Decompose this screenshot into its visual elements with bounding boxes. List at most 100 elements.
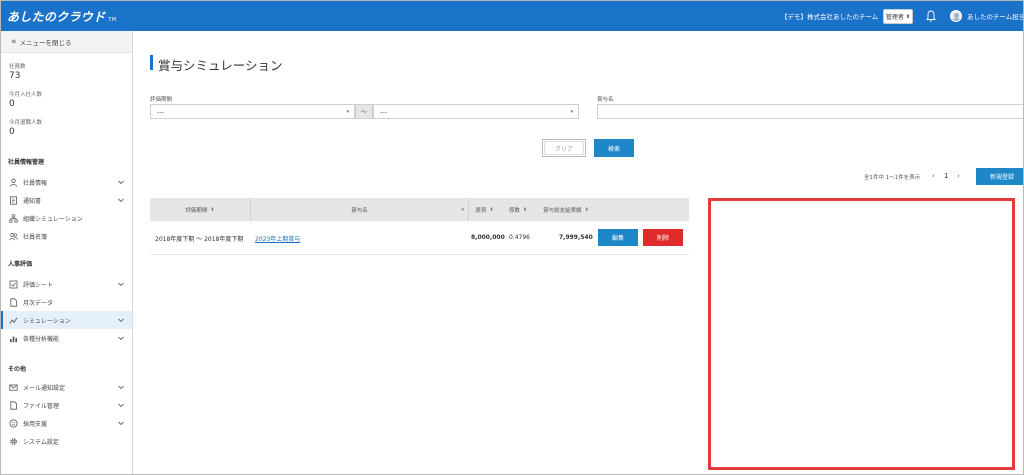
- new-register-button[interactable]: 新規登録: [976, 168, 1023, 185]
- col-header-label: 賞与名: [351, 207, 368, 214]
- sidebar-item-evaluation-sheet[interactable]: 評価シート: [1, 275, 132, 293]
- cell-bonus-name-link[interactable]: 2023年上期賞与: [255, 234, 300, 243]
- pager-next-icon[interactable]: ›: [957, 172, 960, 180]
- chevron-down-icon: [118, 421, 124, 426]
- role-select-value: 管理者: [885, 14, 904, 21]
- stat-joined-label: 今月入社人数: [9, 92, 43, 98]
- sort-icon: ⬍: [584, 206, 589, 213]
- updown-caret-icon: ⬍: [905, 13, 911, 20]
- chevron-down-icon: [118, 198, 124, 203]
- stat-left-label: 今月退職人数: [9, 120, 43, 126]
- delete-button[interactable]: 削除: [643, 229, 683, 246]
- pager-prev-icon[interactable]: ‹: [932, 172, 935, 180]
- search-button-label: 検索: [607, 145, 620, 153]
- bar-chart-icon: [9, 334, 18, 343]
- sort-down-icon: ▾: [461, 206, 464, 213]
- sidebar: « メニューを閉じる 社員数 73 今月入社人数 0 今月退職人数 0 社員情報…: [1, 31, 133, 474]
- role-select[interactable]: 管理者 ⬍: [883, 9, 913, 24]
- sidebar-item-label: 社員名簿: [23, 233, 48, 241]
- sidebar-item-recruiting[interactable]: 採用支援: [1, 414, 132, 432]
- user-name[interactable]: あしたのチーム担当者: [967, 11, 1023, 21]
- sidebar-item-label: シミュレーション: [23, 317, 71, 325]
- stat-joined-value: 0: [9, 99, 15, 109]
- sidebar-item-label: 採用支援: [23, 420, 48, 428]
- pager-current-page[interactable]: 1: [944, 172, 948, 180]
- sidebar-item-file-management[interactable]: ファイル管理: [1, 396, 132, 414]
- logo-tm: TM: [108, 16, 117, 23]
- col-header-label: 原資: [475, 207, 487, 214]
- sidebar-item-label: 各種分析機能: [23, 335, 60, 343]
- sidebar-item-label: 評価シート: [23, 281, 54, 289]
- chevron-down-icon: [118, 385, 124, 390]
- col-header-coef[interactable]: 係数 ⬍: [500, 198, 536, 221]
- section-title-evaluation: 人事評価: [8, 261, 33, 268]
- table-row: 2018年度下期 ～ 2018年度下期 2023年上期賞与 8,000,000 …: [150, 221, 689, 255]
- col-header-period[interactable]: 評価期間 ⬍: [150, 198, 251, 221]
- chevron-down-icon: [118, 180, 124, 185]
- bonus-name-filter-label: 賞与名: [597, 97, 614, 103]
- document-icon: [9, 195, 18, 205]
- page-title: 賞与シミュレーション: [158, 58, 283, 73]
- edit-button-label: 編集: [611, 235, 624, 242]
- delete-button-label: 削除: [656, 235, 669, 242]
- stat-employees-value: 73: [9, 71, 21, 81]
- edit-button[interactable]: 編集: [598, 229, 638, 246]
- caret-down-icon: ▾: [346, 109, 349, 115]
- bell-icon[interactable]: [926, 10, 936, 22]
- period-filter-label: 評価期間: [150, 97, 173, 103]
- sidebar-item-employee-info[interactable]: 社員情報: [1, 173, 132, 191]
- chevron-down-icon: [118, 318, 124, 323]
- pager-info: 全1件中 1～1件を表示: [864, 175, 921, 181]
- cell-period: 2018年度下期 ～ 2018年度下期: [155, 236, 244, 243]
- cell-fund: 8,000,000: [471, 234, 505, 241]
- sidebar-item-simulation[interactable]: シミュレーション: [1, 311, 132, 329]
- sidebar-item-employee-directory[interactable]: 社員名簿: [1, 227, 132, 245]
- col-header-total[interactable]: 賞与総支給実績 ⬍: [536, 198, 596, 221]
- logo-text: あしたのクラウド: [7, 9, 106, 24]
- sidebar-item-label: ファイル管理: [23, 402, 60, 410]
- sidebar-item-notice[interactable]: 通知書: [1, 191, 132, 209]
- sort-icon: ⬍: [522, 206, 528, 213]
- clear-button[interactable]: クリア: [542, 139, 586, 157]
- col-header-label: 評価期間: [185, 207, 208, 214]
- col-header-label: 係数: [508, 207, 520, 214]
- clear-button-label: クリア: [554, 145, 573, 153]
- company-name: 【デモ】株式会社あしたのチーム: [781, 13, 879, 21]
- chevron-down-icon: [118, 336, 124, 341]
- table-header: 評価期間 ⬍ 賞与名 ▾ 原資 ⬍ 係数 ⬍ 賞与総支給実績 ⬍: [150, 198, 689, 221]
- period-to-select[interactable]: --- ▾: [373, 104, 579, 119]
- sidebar-item-mail-settings[interactable]: メール通知設定: [1, 378, 132, 396]
- chevron-down-icon: [118, 282, 124, 287]
- sidebar-item-org-simulation[interactable]: 組織シミュレーション: [1, 209, 132, 227]
- sidebar-item-label: 通知書: [23, 197, 42, 205]
- col-header-fund[interactable]: 原資 ⬍: [469, 198, 500, 221]
- period-from-value: ---: [157, 107, 165, 116]
- sort-icon: ⬍: [210, 206, 215, 213]
- section-title-employee: 社員情報管理: [8, 159, 45, 166]
- person-icon: [9, 178, 18, 187]
- sidebar-item-system-settings[interactable]: システム設定: [1, 432, 132, 450]
- sidebar-item-label: 組織シミュレーション: [23, 215, 83, 223]
- bonus-name-input[interactable]: [597, 104, 1023, 119]
- app-logo[interactable]: あしたのクラウド TM: [7, 8, 116, 25]
- top-header: あしたのクラウド TM 【デモ】株式会社あしたのチーム 管理者 ⬍ あしたのチーム担…: [1, 1, 1023, 31]
- period-from-select[interactable]: --- ▾: [150, 104, 355, 119]
- cell-coef: 0.4796: [509, 234, 530, 241]
- file-icon: [9, 400, 18, 410]
- col-header-name[interactable]: 賞与名 ▾: [251, 198, 469, 221]
- sidebar-item-monthly-data[interactable]: 月次データ: [1, 293, 132, 311]
- period-to-value: ---: [380, 107, 388, 116]
- collapse-menu-button[interactable]: « メニューを閉じる: [1, 31, 132, 53]
- file-icon: [9, 297, 18, 307]
- user-avatar[interactable]: [950, 10, 962, 22]
- new-register-label: 新規登録: [989, 174, 1014, 181]
- app-window: あしたのクラウド TM 【デモ】株式会社あしたのチーム 管理者 ⬍ あしたのチーム担…: [0, 0, 1024, 475]
- section-title-other: その他: [8, 366, 27, 373]
- mail-icon: [9, 383, 18, 392]
- collapse-menu-label: メニューを閉じる: [19, 38, 72, 47]
- sidebar-item-label: メール通知設定: [23, 384, 66, 392]
- sidebar-item-analysis[interactable]: 各種分析機能: [1, 329, 132, 347]
- sidebar-item-label: 月次データ: [23, 299, 54, 307]
- search-button[interactable]: 検索: [594, 139, 634, 157]
- gear-icon: [9, 437, 18, 446]
